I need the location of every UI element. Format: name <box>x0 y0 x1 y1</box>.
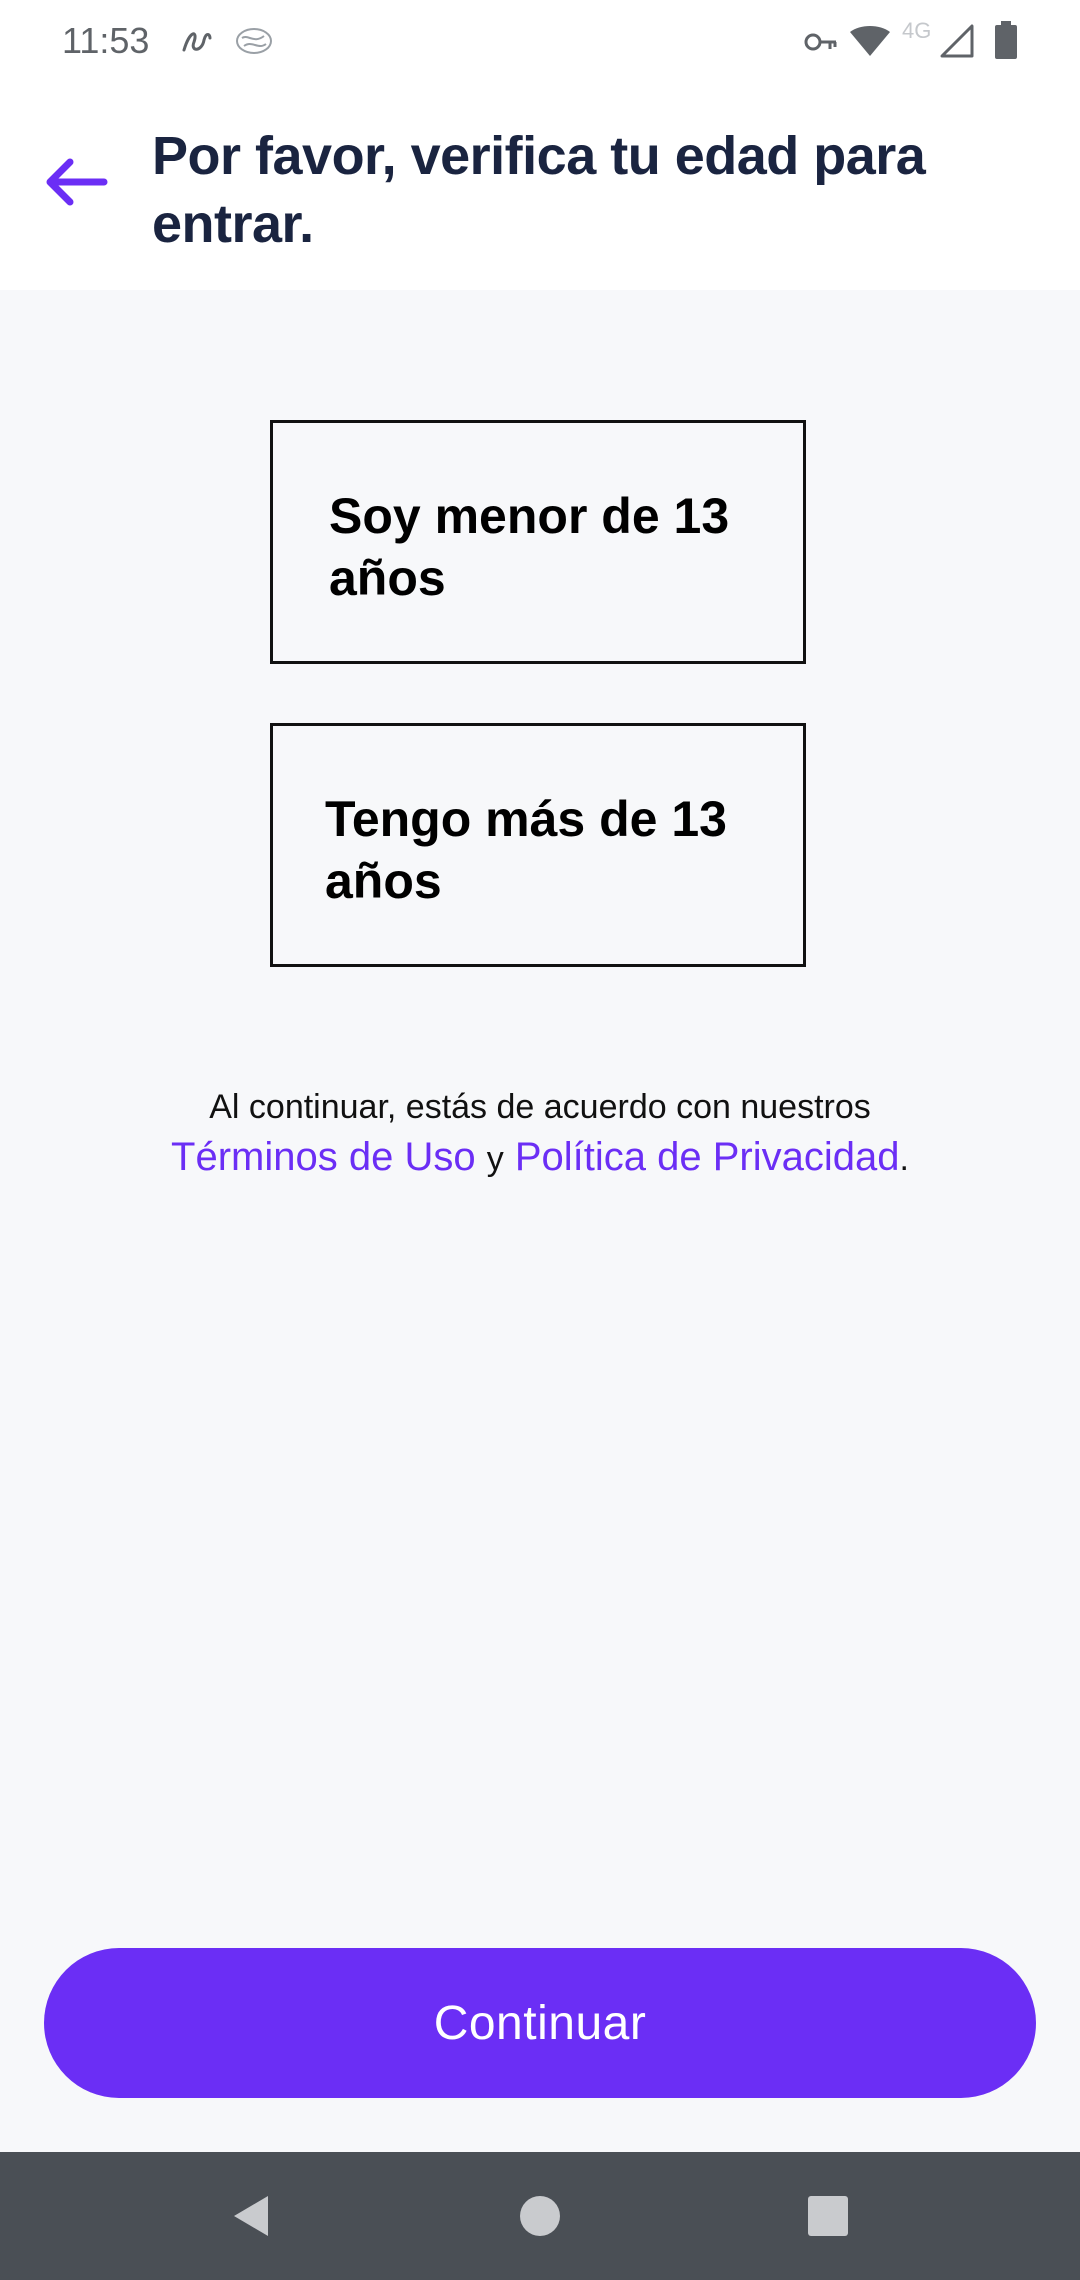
back-button[interactable] <box>34 140 118 224</box>
arrow-left-icon <box>46 158 108 206</box>
battery-icon <box>995 21 1017 59</box>
status-time: 11:53 <box>62 20 150 61</box>
continue-button[interactable]: Continuar <box>44 1948 1036 2098</box>
back-triangle-icon[interactable] <box>220 2184 284 2248</box>
wifi-icon <box>850 26 890 56</box>
recents-square-icon[interactable] <box>796 2184 860 2248</box>
option-label: Tengo más de 13 años <box>325 791 727 909</box>
notification-brain-icon <box>236 28 272 54</box>
privacy-link[interactable]: Política de Privacidad <box>515 1135 900 1179</box>
status-bar: 11:53 4G <box>0 0 1080 82</box>
option-under-13[interactable]: Soy menor de 13 años <box>270 420 806 664</box>
terms-link[interactable]: Términos de Uso <box>171 1135 476 1179</box>
legal-notice: Al continuar, estás de acuerdo con nuest… <box>0 1082 1080 1184</box>
legal-suffix: . <box>899 1140 909 1178</box>
page-title: Por favor, verifica tu edad para entrar. <box>152 126 926 254</box>
legal-prefix: Al continuar, estás de acuerdo con nuest… <box>209 1088 871 1126</box>
home-circle-icon[interactable] <box>508 2184 572 2248</box>
cell-signal-icon <box>940 24 974 58</box>
option-label: Soy menor de 13 años <box>329 488 730 606</box>
option-over-13[interactable]: Tengo más de 13 años <box>270 723 806 967</box>
notification-squiggle-icon <box>182 32 212 52</box>
legal-conjunction: y <box>486 1140 504 1178</box>
vpn-key-icon <box>804 33 837 51</box>
system-nav-bar <box>0 2152 1080 2280</box>
network-type-label: 4G <box>902 18 932 43</box>
